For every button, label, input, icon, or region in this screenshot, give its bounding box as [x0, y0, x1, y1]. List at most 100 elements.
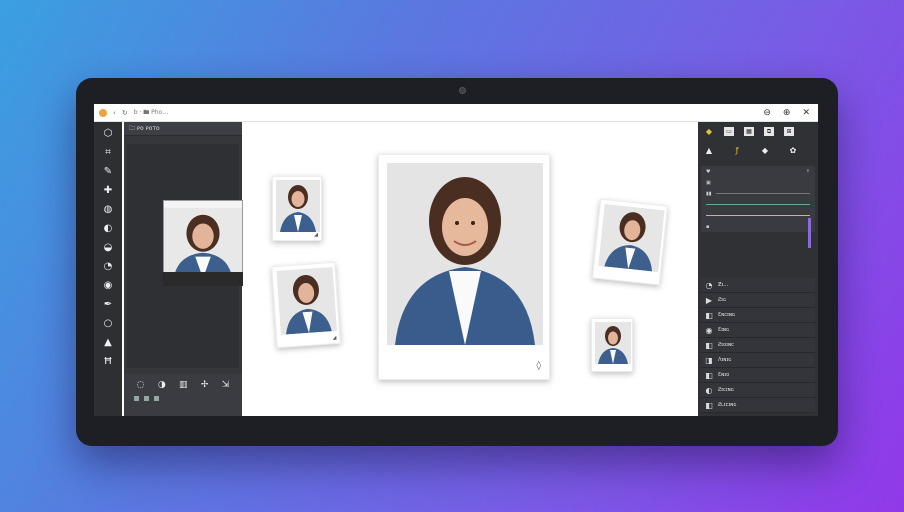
rotate-icon[interactable]: ◌ — [137, 380, 145, 390]
layer-icon: ◨ — [705, 355, 713, 365]
adjust-row[interactable] — [701, 210, 815, 221]
slider[interactable] — [714, 171, 801, 172]
adjust-row[interactable]: ▪ — [701, 221, 815, 232]
pin-icon[interactable]: ⇡ — [806, 169, 810, 175]
corner-icon: ◢ — [332, 334, 337, 342]
layer-item[interactable]: ◧ Ƨɪᴏɪɴᴄ — [701, 338, 815, 353]
polaroid-photo[interactable] — [592, 198, 668, 286]
main-canvas[interactable]: ◢ ◢ ◊ — [244, 122, 698, 416]
palette-icon[interactable]: ✿ — [788, 146, 798, 155]
triangle-icon[interactable]: ▲ — [704, 146, 714, 155]
layer-item[interactable]: ▶ Ƨɪɢ — [701, 293, 815, 308]
main-portrait-image — [387, 163, 543, 345]
preview-canvas[interactable] — [127, 144, 243, 368]
clone-tool-icon[interactable]: ◍ — [101, 204, 115, 216]
title-bar: ‹ ↻ b · 🖿 Pho… ⊖ ⊕ ✕ — [94, 104, 818, 122]
healing-tool-icon[interactable]: ✚ — [101, 185, 115, 197]
crop-tool-icon[interactable]: ⌗ — [101, 147, 115, 159]
slider[interactable] — [715, 193, 810, 194]
app-logo-icon — [99, 108, 107, 117]
fx-icon[interactable]: ƒ — [732, 146, 742, 155]
layer-icon: ◉ — [705, 325, 713, 335]
polaroid-photo[interactable]: ◢ — [271, 261, 341, 349]
tag-icon: ▪ — [706, 223, 710, 230]
preview-thumbnail-footer — [163, 272, 243, 286]
heart-icon: ♥ — [706, 168, 711, 175]
brush-tool-icon[interactable]: ✎ — [101, 166, 115, 178]
move-tool-icon[interactable]: ⬡ — [101, 128, 115, 140]
window-title: b · 🖿 Pho… — [133, 108, 169, 116]
portrait-image — [276, 267, 337, 335]
properties-toolbar-2: ▲ ƒ ◆ ✿ — [698, 141, 818, 160]
main-polaroid-photo[interactable]: ◊ — [378, 154, 550, 380]
toggle-icon[interactable]: ▮▮ — [706, 191, 712, 197]
polaroid-photo[interactable] — [591, 318, 633, 372]
adjust-row[interactable]: ▮▮ — [701, 188, 815, 199]
preview-panel: 🗀 ᴘᴏ ᴘᴏᴛᴏ ◌ ◑ ▥ ✢ ⇲ — [124, 122, 243, 416]
layer-item[interactable]: ◧ Ɛɴɪᴏ — [701, 368, 815, 383]
preview-toolbar: ◌ ◑ ▥ ✢ ⇲ — [124, 374, 242, 416]
slider[interactable] — [715, 182, 810, 183]
swatch-chip[interactable] — [144, 396, 149, 401]
back-icon[interactable]: ‹ — [113, 109, 116, 117]
shape-tool-icon[interactable]: ▲ — [101, 337, 115, 349]
mask-icon[interactable]: ▭ — [724, 127, 734, 136]
properties-panel: ◆ ▭ ▦ ⧉ ⊞ ▲ ƒ ◆ ✿ ♥ ⇡ ▣ ▮▮ ▪ ◔ Ƶɪ… ▶ Ƨɪɢ ◧ Ɛ… — [698, 122, 818, 416]
polaroid-photo[interactable]: ◢ — [272, 176, 322, 241]
swatch-chip[interactable] — [154, 396, 159, 401]
layer-icon: ▶ — [705, 295, 713, 305]
layer-icon: ◔ — [705, 280, 713, 290]
preview-panel-header: 🗀 ᴘᴏ ᴘᴏᴛᴏ — [124, 122, 242, 136]
portrait-image — [598, 204, 665, 273]
layer-list: ◔ Ƶɪ… ▶ Ƨɪɢ ◧ Ɛɴᴄɪɴɢ ◉ Ɛɪɴɢ ◧ Ƨɪᴏɪɴᴄ ◨ Ʌɪɴɪɢ ◧… — [701, 278, 815, 413]
drop-icon[interactable]: ◆ — [760, 146, 770, 155]
app-screen: ‹ ↻ b · 🖿 Pho… ⊖ ⊕ ✕ ⬡ ⌗ ✎ ✚ ◍ ◐ ◒ ◔ ◉ ✒… — [94, 104, 818, 416]
settings-icon[interactable]: ⊕ — [783, 108, 791, 118]
layer-icon: ◐ — [705, 385, 713, 395]
layer-item[interactable]: ◨ Ʌɪɴɪɢ — [701, 353, 815, 368]
blur-tool-icon[interactable]: ◒ — [101, 242, 115, 254]
layer-item[interactable]: ◉ Ɛɪɴɢ — [701, 323, 815, 338]
swatch-chip[interactable] — [134, 396, 139, 401]
layer-item[interactable]: ◧ Ƨʟɪᴄɪɴɢ — [701, 398, 815, 413]
close-icon[interactable]: ✕ — [802, 108, 810, 118]
layer-icon: ◧ — [705, 370, 713, 380]
layer-icon: ◧ — [705, 310, 713, 320]
camera-icon — [459, 87, 466, 94]
refresh-icon[interactable]: ↻ — [122, 109, 128, 117]
text-tool-icon[interactable]: Ħ — [101, 356, 115, 368]
link-icon[interactable]: ⊞ — [784, 127, 794, 136]
dodge-tool-icon[interactable]: ◔ — [101, 261, 115, 273]
grid-icon[interactable]: ▦ — [744, 127, 754, 136]
portrait-image — [276, 180, 320, 232]
layer-item[interactable]: ◔ Ƶɪ… — [701, 278, 815, 293]
square-icon: ▣ — [706, 179, 711, 186]
help-icon[interactable]: ⊖ — [763, 108, 771, 118]
scroll-indicator[interactable] — [808, 218, 811, 248]
adjustments-section: ♥ ⇡ ▣ ▮▮ ▪ — [701, 166, 815, 232]
layer-item[interactable]: ◐ Ƨɪᴄɪɴɢ — [701, 383, 815, 398]
adjust-row[interactable]: ♥ ⇡ — [701, 166, 815, 177]
slider[interactable] — [706, 204, 810, 205]
adjust-row[interactable] — [701, 199, 815, 210]
adjust-row[interactable]: ▣ — [701, 177, 815, 188]
layer-icon: ◧ — [705, 340, 713, 350]
drop-icon[interactable]: ◊ — [537, 361, 541, 371]
layer-item[interactable]: ◧ Ɛɴᴄɪɴɢ — [701, 308, 815, 323]
portrait-image — [595, 322, 631, 364]
tool-strip: ⬡ ⌗ ✎ ✚ ◍ ◐ ◒ ◔ ◉ ✒ ○ ▲ Ħ — [94, 122, 122, 416]
group-icon[interactable]: ⧉ — [764, 127, 774, 136]
corner-icon: ◢ — [314, 232, 318, 238]
pen-tool-icon[interactable]: ✒ — [101, 299, 115, 311]
properties-toolbar: ◆ ▭ ▦ ⧉ ⊞ — [698, 122, 818, 141]
effects-icon[interactable]: ✢ — [201, 380, 209, 390]
levels-icon[interactable]: ▥ — [179, 380, 188, 390]
export-icon[interactable]: ⇲ — [222, 380, 230, 390]
adjust-icon[interactable]: ◑ — [158, 380, 166, 390]
slider[interactable] — [706, 215, 810, 216]
window-controls: ⊖ ⊕ ✕ — [763, 108, 810, 118]
ellipse-tool-icon[interactable]: ○ — [101, 318, 115, 330]
layers-icon[interactable]: ◆ — [704, 127, 714, 136]
smudge-tool-icon[interactable]: ◉ — [101, 280, 115, 292]
eraser-tool-icon[interactable]: ◐ — [101, 223, 115, 235]
